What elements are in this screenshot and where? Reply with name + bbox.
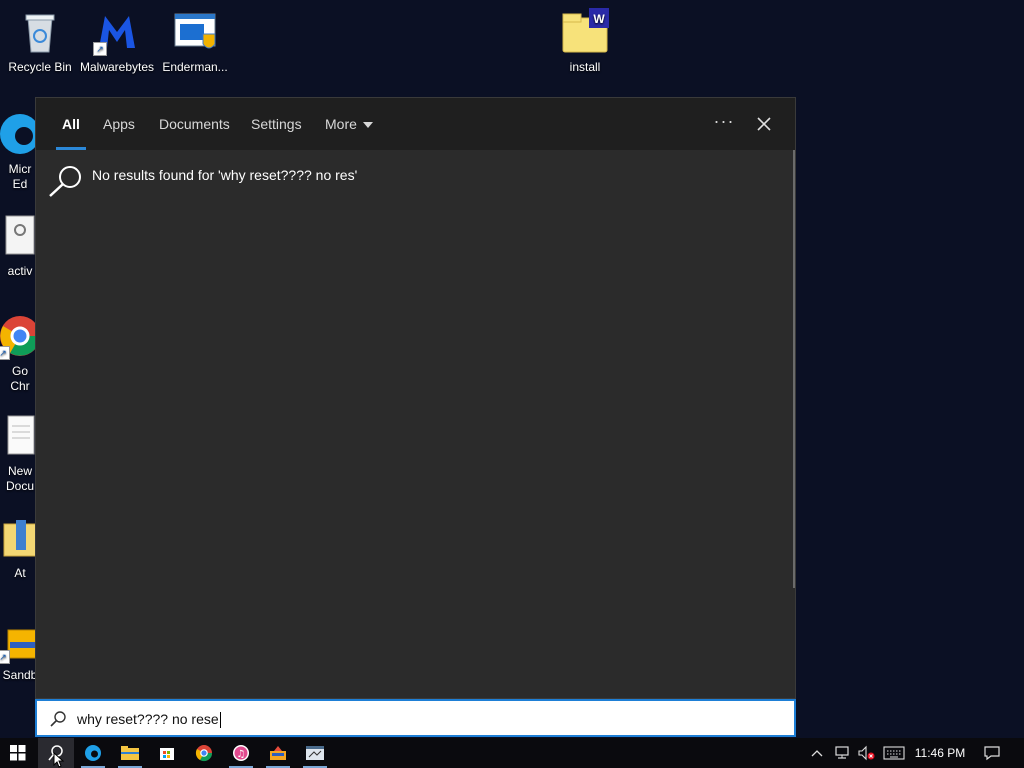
- taskbar-store[interactable]: [149, 738, 185, 768]
- network-button[interactable]: [830, 738, 854, 768]
- svg-text:♫: ♫: [237, 749, 246, 760]
- start-button[interactable]: [0, 738, 36, 768]
- desktop-icon-label: Recycle Bin: [8, 60, 72, 74]
- desktop-icon-malwarebytes[interactable]: ↗ Malwarebytes: [77, 8, 157, 75]
- desktop-icon-label: install: [569, 60, 601, 74]
- music-icon: ♫: [233, 745, 249, 761]
- more-options-button[interactable]: ···: [712, 112, 736, 136]
- windows-logo-icon: [10, 745, 26, 761]
- tab-apps[interactable]: Apps: [103, 98, 135, 150]
- folder-icon: [121, 746, 139, 760]
- mouse-cursor-icon: [53, 752, 65, 768]
- program-window-icon: [171, 8, 219, 56]
- svg-text:W: W: [593, 12, 605, 26]
- caret-down-icon: [362, 122, 373, 129]
- shortcut-arrow-icon: ↗: [93, 42, 107, 56]
- window-app-icon: [306, 746, 324, 760]
- network-icon: [835, 746, 849, 759]
- taskbar-file-explorer[interactable]: [112, 738, 148, 768]
- close-button[interactable]: [752, 112, 776, 136]
- show-hidden-icons-button[interactable]: [808, 738, 826, 768]
- search-tab-bar: All Apps Documents Settings More ···: [36, 98, 795, 150]
- action-center-button[interactable]: [978, 738, 1006, 768]
- keyboard-icon: [883, 746, 905, 760]
- tab-documents[interactable]: Documents: [159, 98, 230, 150]
- search-panel: All Apps Documents Settings More ··· No …: [35, 97, 796, 699]
- desktop-icon-label: Enderman...: [162, 60, 228, 74]
- shortcut-arrow-icon: ↗: [0, 346, 10, 360]
- folder-icon: W: [561, 8, 609, 56]
- tab-more[interactable]: More: [325, 98, 373, 150]
- taskbar-edge[interactable]: [75, 738, 111, 768]
- search-input[interactable]: why reset???? no rese: [77, 711, 221, 729]
- tab-settings[interactable]: Settings: [251, 98, 302, 150]
- store-icon: [160, 748, 174, 760]
- touch-keyboard-button[interactable]: [880, 738, 908, 768]
- scrollbar[interactable]: [793, 150, 795, 588]
- volume-muted-icon: [858, 745, 875, 761]
- taskbar-app-7[interactable]: [260, 738, 296, 768]
- search-icon: [50, 711, 66, 727]
- notification-icon: [984, 746, 1000, 761]
- edge-icon: [85, 745, 101, 761]
- chrome-icon: [195, 745, 213, 762]
- search-query-text: why reset???? no rese: [77, 711, 219, 727]
- desktop-icon-label: Malwarebytes: [79, 60, 155, 74]
- taskbar-clock[interactable]: 11:46 PM: [908, 738, 972, 768]
- malwarebytes-icon: ↗: [93, 8, 141, 56]
- app-icon: [270, 746, 286, 760]
- shortcut-arrow-icon: ↗: [0, 650, 10, 664]
- close-icon: [757, 117, 771, 131]
- tab-all[interactable]: All: [56, 98, 86, 150]
- taskbar-chrome[interactable]: [186, 738, 222, 768]
- search-icon: [49, 166, 81, 197]
- desktop-icon-enderman[interactable]: Enderman...: [155, 8, 235, 75]
- desktop-icon-recycle-bin[interactable]: Recycle Bin: [0, 8, 80, 75]
- taskbar-app-8[interactable]: [297, 738, 333, 768]
- recycle-bin-icon: [16, 8, 64, 56]
- volume-button[interactable]: [854, 738, 878, 768]
- tab-more-label: More: [325, 116, 357, 132]
- text-caret: [219, 712, 221, 729]
- search-box[interactable]: why reset???? no rese: [35, 699, 796, 737]
- desktop-icon-install[interactable]: W install: [545, 8, 625, 75]
- no-results-text: No results found for 'why reset???? no r…: [92, 167, 358, 183]
- taskbar: ♫ 11:46 PM: [0, 738, 1024, 768]
- taskbar-itunes[interactable]: ♫: [223, 738, 259, 768]
- chevron-up-icon: [811, 750, 823, 757]
